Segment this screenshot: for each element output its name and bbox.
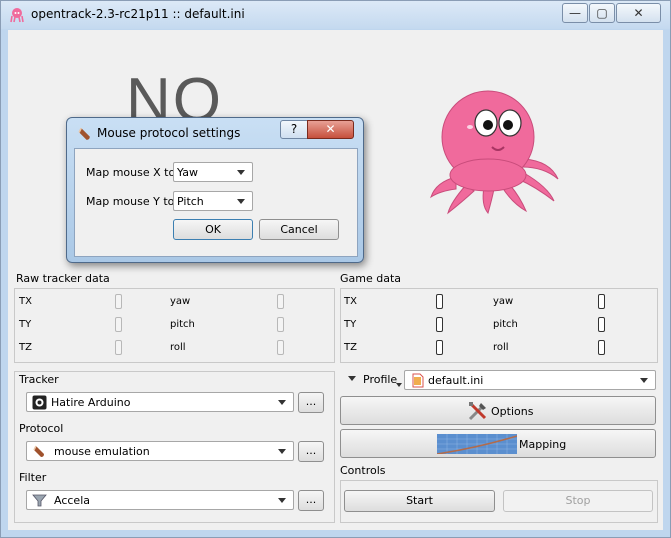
stop-button[interactable]: Stop [503, 490, 653, 512]
octopus-mascot-image [430, 90, 559, 215]
tracker-icon [32, 395, 47, 410]
raw-yaw-meter [277, 294, 284, 309]
main-client-area: NO Raw tracker data TX TY TZ yaw pitch r… [8, 30, 663, 530]
cancel-button[interactable]: Cancel [259, 219, 339, 240]
game-pitch-meter [598, 317, 605, 332]
mapping-button[interactable]: Mapping [340, 429, 656, 458]
raw-roll-label: roll [170, 342, 186, 353]
minimize-button[interactable]: — [562, 3, 588, 23]
raw-tracker-data-label: Raw tracker data [16, 272, 110, 285]
raw-tracker-data-group: TX TY TZ yaw pitch roll [14, 288, 335, 363]
raw-roll-meter [277, 340, 284, 355]
raw-ty-label: TY [19, 319, 32, 330]
tracker-label: Tracker [19, 373, 59, 386]
game-tz-label: TZ [344, 342, 357, 353]
close-button[interactable]: ✕ [616, 3, 661, 23]
filter-select[interactable]: Accela [26, 490, 294, 510]
chevron-down-icon [640, 378, 648, 383]
profile-dropdown-icon [396, 383, 402, 387]
tracker-settings-button[interactable]: ... [298, 392, 324, 413]
protocol-label: Protocol [19, 422, 64, 435]
funnel-icon [32, 494, 47, 507]
map-mouse-y-select[interactable]: Pitch [173, 191, 253, 211]
raw-tx-label: TX [19, 296, 32, 307]
game-data-label: Game data [340, 272, 402, 285]
map-mouse-x-value: Yaw [177, 166, 198, 179]
raw-yaw-label: yaw [170, 296, 191, 307]
tracker-select-value: Hatire Arduino [51, 396, 131, 409]
app-octopus-icon [10, 8, 24, 23]
tools-icon [468, 402, 487, 421]
chevron-down-icon [237, 170, 245, 175]
game-yaw-meter [598, 294, 605, 309]
raw-ty-meter [115, 317, 122, 332]
main-window: opentrack-2.3-rc21p11 :: default.ini — ▢… [0, 0, 671, 538]
map-mouse-x-select[interactable]: Yaw [173, 162, 253, 182]
game-tx-label: TX [344, 296, 357, 307]
game-tx-meter [436, 294, 443, 309]
profile-select-value: default.ini [428, 374, 484, 387]
mapping-button-label: Mapping [519, 438, 567, 451]
filter-settings-button[interactable]: ... [298, 490, 324, 511]
game-tz-meter [436, 340, 443, 355]
chevron-down-icon [278, 498, 286, 503]
mapping-curve-icon [437, 434, 517, 454]
document-icon [412, 373, 424, 388]
ok-button[interactable]: OK [173, 219, 253, 240]
map-mouse-x-label: Map mouse X to: [86, 166, 179, 179]
map-mouse-y-label: Map mouse Y to: [86, 195, 179, 208]
profile-menu-arrow-icon[interactable] [348, 376, 356, 381]
mouse-protocol-settings-dialog: Mouse protocol settings ? ✕ Map mouse X … [66, 117, 364, 263]
chevron-down-icon [278, 449, 286, 454]
raw-tz-label: TZ [19, 342, 32, 353]
title-bar[interactable]: opentrack-2.3-rc21p11 :: default.ini — ▢… [1, 1, 670, 29]
options-button[interactable]: Options [340, 396, 656, 425]
chevron-down-icon [278, 400, 286, 405]
help-button[interactable]: ? [280, 120, 308, 139]
mouse-icon [33, 445, 44, 457]
game-data-group: TX TY TZ yaw pitch roll [340, 288, 658, 363]
protocol-select[interactable]: mouse emulation [26, 441, 294, 461]
dialog-close-button[interactable]: ✕ [307, 120, 354, 139]
window-title: opentrack-2.3-rc21p11 :: default.ini [31, 7, 245, 21]
game-roll-label: roll [493, 342, 509, 353]
tracker-select[interactable]: Hatire Arduino [26, 392, 294, 412]
protocol-settings-button[interactable]: ... [298, 441, 324, 462]
game-roll-meter [598, 340, 605, 355]
dialog-title: Mouse protocol settings [97, 126, 241, 140]
map-mouse-y-value: Pitch [177, 195, 204, 208]
raw-pitch-meter [277, 317, 284, 332]
game-ty-label: TY [344, 319, 357, 330]
game-ty-meter [436, 317, 443, 332]
filter-select-value: Accela [54, 494, 90, 507]
controls-label: Controls [340, 464, 386, 477]
raw-tx-meter [115, 294, 122, 309]
filter-label: Filter [19, 471, 47, 484]
profile-menu-button[interactable]: Profile [363, 373, 397, 386]
game-yaw-label: yaw [493, 296, 514, 307]
raw-pitch-label: pitch [170, 319, 195, 330]
start-button[interactable]: Start [344, 490, 495, 512]
profile-select[interactable]: default.ini [404, 370, 656, 390]
dialog-body: Map mouse X to: Yaw Map mouse Y to: Pitc… [74, 148, 358, 257]
chevron-down-icon [237, 199, 245, 204]
protocol-select-value: mouse emulation [54, 445, 150, 458]
options-button-label: Options [491, 405, 534, 418]
maximize-button[interactable]: ▢ [589, 3, 615, 23]
game-pitch-label: pitch [493, 319, 518, 330]
mouse-icon [78, 127, 90, 140]
raw-tz-meter [115, 340, 122, 355]
